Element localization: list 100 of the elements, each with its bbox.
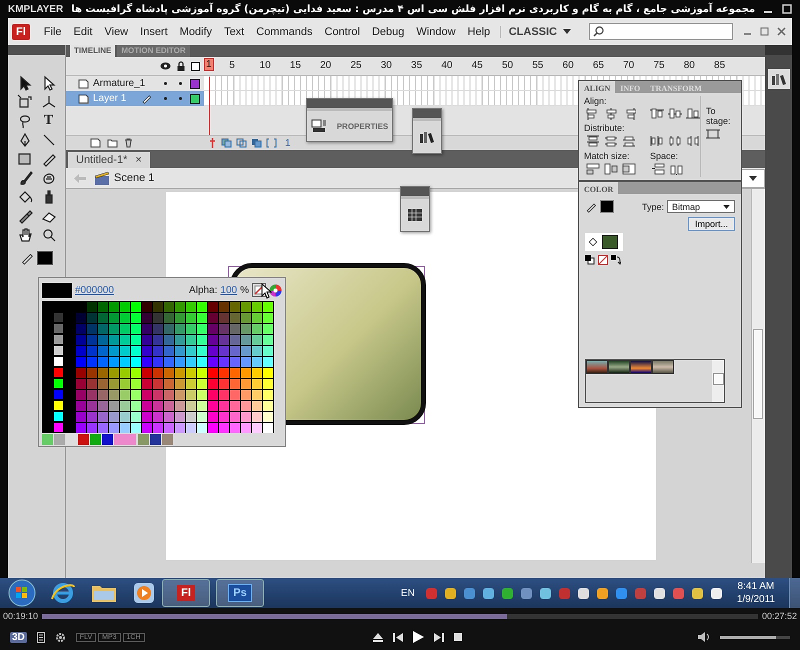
scene-name[interactable]: Scene 1 <box>114 172 154 184</box>
eyedropper-icon[interactable] <box>16 208 32 224</box>
hex-value[interactable]: #000000 <box>75 284 114 296</box>
bitmap-thumbnail[interactable] <box>608 360 630 374</box>
layer-row[interactable]: Armature_1 <box>66 76 204 91</box>
panel-tab[interactable]: TIMELINE <box>70 45 116 57</box>
tray-icon[interactable] <box>444 586 457 600</box>
playlist-icon[interactable] <box>36 632 45 642</box>
to-stage-icon[interactable] <box>706 128 720 140</box>
tray-icon[interactable] <box>652 586 666 600</box>
tray-icon[interactable] <box>596 586 609 600</box>
taskbar-app-button[interactable]: Ps <box>216 579 264 607</box>
volume-icon[interactable] <box>698 632 710 642</box>
lock-dot[interactable] <box>179 82 182 85</box>
clock[interactable]: 8:41 AM 1/9/2011 <box>736 580 775 606</box>
distribute-center-icon[interactable] <box>604 135 618 147</box>
lock-dot[interactable] <box>179 97 182 100</box>
bitmap-thumbnail[interactable] <box>652 360 674 374</box>
distribute-left-icon[interactable] <box>650 135 664 147</box>
next-icon[interactable] <box>434 632 444 642</box>
tray-icon[interactable] <box>576 586 590 600</box>
media-player-icon[interactable] <box>132 581 156 605</box>
menu-item[interactable]: View <box>98 26 134 38</box>
browser-icon[interactable] <box>50 581 76 605</box>
fill-color-box[interactable] <box>585 233 623 251</box>
menu-item[interactable]: Help <box>462 26 496 38</box>
panel-tab[interactable]: COLOR <box>579 182 618 194</box>
magnifier-icon[interactable] <box>40 227 56 243</box>
line-icon[interactable] <box>40 132 56 148</box>
distribute-right-icon[interactable] <box>686 135 700 147</box>
bitmap-thumbnail[interactable] <box>586 360 608 374</box>
collapsed-panel[interactable]: PROPERTIES <box>306 98 393 142</box>
language-indicator[interactable]: EN <box>400 588 415 598</box>
collapsed-panel[interactable] <box>400 186 430 232</box>
search-field[interactable] <box>589 23 733 40</box>
fill-type-dropdown[interactable]: Bitmap <box>667 200 735 213</box>
bitmap-fill-swatch[interactable] <box>602 235 618 249</box>
outline-icon[interactable] <box>191 62 200 70</box>
match-width-icon[interactable] <box>586 163 600 175</box>
color-wheel-icon[interactable] <box>269 284 282 296</box>
close-icon[interactable] <box>777 27 786 36</box>
settings-icon[interactable] <box>54 632 66 642</box>
markers-icon[interactable] <box>266 138 277 148</box>
menu-item[interactable]: File <box>38 26 68 38</box>
match-height-icon[interactable] <box>604 163 618 175</box>
tray-icon[interactable] <box>538 586 552 600</box>
onion-outline-icon[interactable] <box>236 138 247 148</box>
align-middle-icon[interactable] <box>668 108 682 120</box>
color-swatch-grid[interactable] <box>42 301 274 446</box>
layer-color-square[interactable] <box>190 94 200 104</box>
menu-item[interactable]: Debug <box>366 26 410 38</box>
bitmap-thumbnail[interactable] <box>630 360 652 374</box>
menu-item[interactable]: Insert <box>134 26 174 38</box>
swap-colors-icon[interactable] <box>611 255 621 265</box>
taskbar-app-button[interactable]: Fl <box>162 579 210 607</box>
tray-icon[interactable] <box>500 586 514 600</box>
new-layer-icon[interactable] <box>90 138 101 148</box>
eye-icon[interactable] <box>160 62 171 70</box>
lock-icon[interactable] <box>177 61 185 71</box>
no-color-icon[interactable] <box>598 255 608 265</box>
menu-item[interactable]: Window <box>410 26 462 38</box>
distribute-top-icon[interactable] <box>586 135 600 147</box>
space-horizontal-icon[interactable] <box>670 163 684 175</box>
seek-bar[interactable] <box>42 614 758 618</box>
rectangle-icon[interactable] <box>16 151 32 167</box>
text-tool[interactable]: T <box>44 113 54 129</box>
panel-tab[interactable]: ALIGN <box>579 81 616 93</box>
3d-mode-button[interactable]: 3D <box>10 632 27 642</box>
alpha-value[interactable]: 100 <box>220 284 238 296</box>
previous-icon[interactable] <box>392 632 403 642</box>
default-colors-icon[interactable] <box>585 255 595 265</box>
center-frame-icon[interactable] <box>208 138 217 148</box>
onion-skin-icon[interactable] <box>221 138 232 148</box>
workspace-dropdown[interactable]: CLASSIC <box>500 26 579 38</box>
document-tab[interactable]: Untitled-1* × <box>68 152 150 168</box>
start-button[interactable] <box>8 579 36 607</box>
play-icon[interactable] <box>412 631 424 643</box>
edit-frames-icon[interactable] <box>251 138 262 148</box>
close-tab[interactable]: × <box>135 154 142 166</box>
folder-icon[interactable] <box>107 138 118 148</box>
import-button[interactable]: Import... <box>688 217 735 231</box>
distribute-bottom-icon[interactable] <box>622 135 636 147</box>
hand-icon[interactable] <box>16 227 32 243</box>
match-size-icon[interactable] <box>622 163 636 175</box>
library-icon[interactable] <box>768 69 790 89</box>
bucket-icon[interactable] <box>16 189 32 205</box>
trash-icon[interactable] <box>124 138 133 148</box>
zoom-dropdown[interactable] <box>741 168 765 188</box>
align-center-icon[interactable] <box>604 108 618 120</box>
collapsed-panel[interactable] <box>412 108 442 154</box>
visibility-dot[interactable] <box>164 97 167 100</box>
scrollbar[interactable] <box>712 360 724 402</box>
distribute-hcenter-icon[interactable] <box>668 135 682 147</box>
axes-icon[interactable] <box>40 94 56 110</box>
menu-item[interactable]: Modify <box>174 26 218 38</box>
menu-item[interactable]: Edit <box>68 26 98 38</box>
menu-item[interactable]: Commands <box>250 26 318 38</box>
volume-slider[interactable] <box>720 636 790 638</box>
tray-icon[interactable] <box>482 586 495 600</box>
eject-icon[interactable] <box>372 632 383 642</box>
